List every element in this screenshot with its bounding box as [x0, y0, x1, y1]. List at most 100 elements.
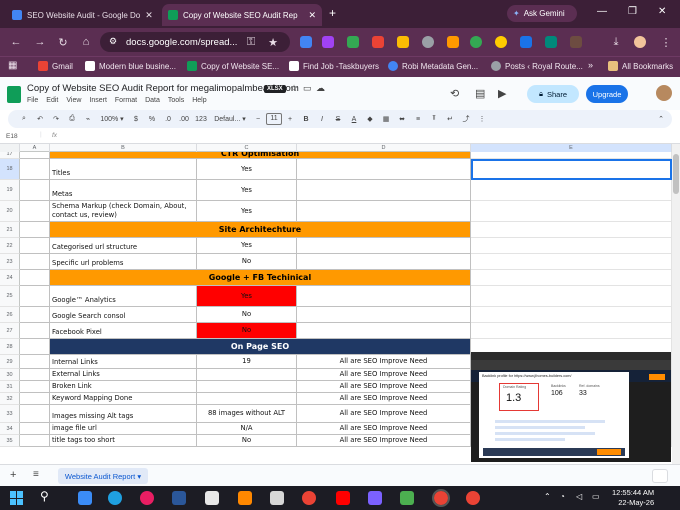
cell-a[interactable]	[20, 270, 50, 286]
cell-d-value[interactable]: All are SEO Improve Need	[297, 369, 471, 381]
close-icon[interactable]: ✕	[308, 10, 316, 21]
row-header[interactable]: 34	[0, 423, 20, 435]
cell-c-value[interactable]	[197, 381, 297, 393]
cell-a[interactable]	[20, 405, 50, 423]
cell-d-value[interactable]: All are SEO Improve Need	[297, 355, 471, 369]
extension-icon[interactable]	[545, 36, 557, 48]
cell-d-value[interactable]	[297, 307, 471, 323]
cell-e[interactable]	[471, 152, 672, 159]
cell-b-label[interactable]: Titles	[50, 159, 197, 180]
row-header[interactable]: 30	[0, 369, 20, 381]
system-clock[interactable]: 12:55:44 AM 22-May-26	[612, 488, 654, 508]
extension-icon[interactable]	[495, 36, 507, 48]
vlc-icon[interactable]	[238, 491, 252, 505]
app-icon[interactable]	[400, 491, 414, 505]
cell-b-label[interactable]: Google Search consol	[50, 307, 197, 323]
cell-e[interactable]	[471, 254, 672, 270]
avatar[interactable]	[656, 85, 672, 101]
cell-c-value[interactable]: Yes	[197, 286, 297, 307]
column-header-a[interactable]: A	[20, 144, 50, 152]
column-header-d[interactable]: D	[297, 144, 471, 152]
increase-font-icon[interactable]: +	[282, 116, 298, 123]
menu-data[interactable]: Data	[145, 97, 160, 104]
formula-input[interactable]	[70, 131, 670, 143]
chrome-icon[interactable]	[302, 491, 316, 505]
word-icon[interactable]	[172, 491, 186, 505]
edge-icon[interactable]	[108, 491, 122, 505]
row-header[interactable]: 28	[0, 339, 20, 355]
task-view-icon[interactable]	[78, 491, 92, 505]
cell-c-value[interactable]: No	[197, 254, 297, 270]
sheets-logo-icon[interactable]	[7, 86, 21, 103]
cell-b-label[interactable]: Keyword Mapping Done	[50, 393, 197, 405]
rotate-icon[interactable]: ⤴	[458, 114, 474, 124]
explore-icon[interactable]	[652, 469, 668, 483]
media-player-icon[interactable]	[140, 491, 154, 505]
fill-color-icon[interactable]: ◆	[362, 115, 378, 123]
sheet-tab-website-audit-report[interactable]: Website Audit Report ▾	[58, 468, 148, 484]
zoom-select[interactable]: 100% ▾	[96, 115, 128, 123]
increase-decimal[interactable]: .00	[176, 116, 192, 123]
cell-d-value[interactable]: All are SEO Improve Need	[297, 405, 471, 423]
row-header[interactable]: 20	[0, 201, 20, 222]
bookmark-posts[interactable]: Posts ‹ Royal Route...	[491, 61, 583, 71]
cell-a[interactable]	[20, 201, 50, 222]
cell-d-value[interactable]: All are SEO Improve Need	[297, 423, 471, 435]
cell-a[interactable]	[20, 222, 50, 238]
document-title[interactable]: Copy of Website SEO Audit Report for meg…	[27, 83, 299, 94]
font-size-input[interactable]: 11	[266, 113, 282, 125]
bookmark-find-job[interactable]: Find Job -Taskbuyers	[289, 61, 379, 71]
cloud-status-icon[interactable]: ☁	[316, 83, 325, 94]
cell-c-value[interactable]: 88 images without ALT	[197, 405, 297, 423]
browser-tab-seo-audit[interactable]: SEO Website Audit - Google Do ✕	[6, 4, 158, 26]
more-bookmarks-icon[interactable]: »	[588, 60, 593, 70]
close-window-icon[interactable]: ✕	[658, 6, 666, 17]
cell-c-value[interactable]: N/A	[197, 423, 297, 435]
column-header-e[interactable]: E	[471, 144, 672, 152]
cell-b-label[interactable]: Categorised url structure	[50, 238, 197, 254]
cell-a[interactable]	[20, 152, 50, 159]
cell-c-value[interactable]: Yes	[197, 159, 297, 180]
extensions-puzzle-icon[interactable]	[570, 36, 582, 48]
undo-icon[interactable]: ↶	[32, 115, 48, 123]
cell-b-label[interactable]: Metas	[50, 180, 197, 201]
tray-chevron-icon[interactable]: ⌃	[544, 492, 551, 501]
number-format[interactable]: 123	[192, 116, 210, 123]
menu-insert[interactable]: Insert	[89, 97, 107, 104]
cell-a[interactable]	[20, 355, 50, 369]
download-icon[interactable]: ⤓	[608, 34, 624, 50]
ask-gemini-button[interactable]: ✦ Ask Gemini	[507, 5, 577, 22]
bold-button[interactable]: B	[298, 116, 314, 123]
star-icon[interactable]: ☆	[290, 83, 298, 94]
row-header[interactable]: 31	[0, 381, 20, 393]
comments-icon[interactable]: ▤	[475, 87, 485, 100]
row-header[interactable]: 21	[0, 222, 20, 238]
new-tab-button[interactable]: +	[329, 6, 336, 20]
cell-b-label[interactable]: Google™ Analytics	[50, 286, 197, 307]
close-icon[interactable]: ✕	[145, 10, 153, 21]
home-icon[interactable]: ⌂	[78, 34, 94, 50]
extension-icon[interactable]	[372, 36, 384, 48]
cell-b-label[interactable]: Facebook Pixel	[50, 323, 197, 339]
address-bar[interactable]: ⚙ docs.google.com/spread...	[100, 32, 290, 52]
cell-a[interactable]	[20, 254, 50, 270]
cell-b-label[interactable]: External Links	[50, 369, 197, 381]
cell-a[interactable]	[20, 393, 50, 405]
cell-d-value[interactable]	[297, 201, 471, 222]
vertical-scrollbar[interactable]	[672, 144, 680, 464]
menu-edit[interactable]: Edit	[46, 97, 58, 104]
name-box[interactable]: E18	[6, 133, 18, 140]
bookmark-copy-website[interactable]: Copy of Website SE...	[187, 61, 279, 71]
browser-tab-copy-audit[interactable]: Copy of Website SEO Audit Rep ✕	[162, 4, 322, 26]
embedded-screenshot-image[interactable]: Backlink profile for https://www.jlhomes…	[471, 352, 671, 462]
cell-d-value[interactable]	[297, 286, 471, 307]
search-menus-icon[interactable]: ⌕	[16, 115, 32, 123]
cell-a[interactable]	[20, 159, 50, 180]
more-icon[interactable]: ⋮	[474, 115, 490, 123]
extension-icon[interactable]	[397, 36, 409, 48]
italic-button[interactable]: I	[314, 116, 330, 123]
bookmark-modern-blue[interactable]: Modern blue busine...	[85, 61, 176, 71]
valign-icon[interactable]: ⫪	[426, 115, 442, 123]
menu-file[interactable]: File	[27, 97, 38, 104]
extension-icon[interactable]	[300, 36, 312, 48]
